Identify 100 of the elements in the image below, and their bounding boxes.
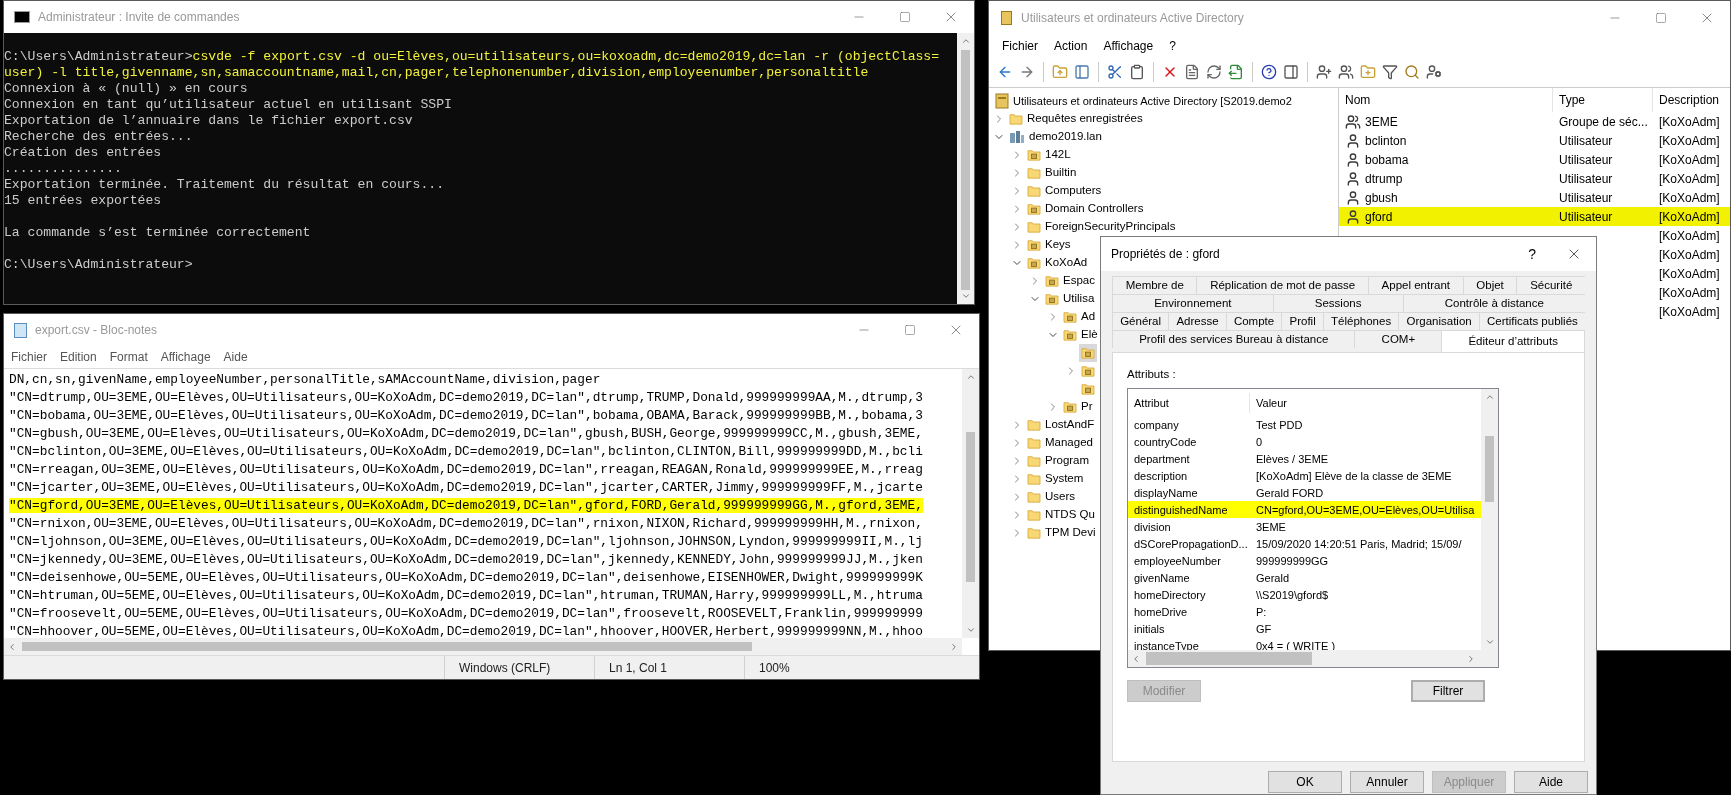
menu-item[interactable]: Edition xyxy=(60,348,97,366)
tree-item[interactable]: System xyxy=(1045,470,1084,488)
scroll-left-icon[interactable] xyxy=(1131,653,1141,664)
tab[interactable]: Sécurité xyxy=(1516,276,1585,294)
tree-item[interactable]: Program xyxy=(1045,452,1090,470)
dialog-button[interactable]: OK xyxy=(1268,771,1342,793)
object-name[interactable]: 3EME xyxy=(1365,112,1398,131)
scroll-down-icon[interactable] xyxy=(960,291,971,301)
attribute-name[interactable]: division xyxy=(1134,520,1171,533)
tree-item[interactable]: Utilisateurs et ordinateurs Active Directory [S2019.demo2 xyxy=(1013,92,1292,110)
tab[interactable]: Compte xyxy=(1225,312,1282,330)
cut-icon[interactable] xyxy=(1107,64,1123,80)
attribute-name[interactable]: initials xyxy=(1134,622,1165,635)
attribute-name[interactable]: employeeNumber xyxy=(1134,554,1221,567)
tab[interactable]: Général xyxy=(1112,312,1169,330)
tree-item[interactable]: TPM Devi xyxy=(1045,524,1096,542)
new-user-icon[interactable] xyxy=(1316,64,1332,80)
tree-item[interactable]: demo2019.lan xyxy=(1029,128,1102,146)
column-header[interactable]: Attribut xyxy=(1134,394,1169,411)
attribute-name[interactable]: instanceType xyxy=(1134,639,1199,652)
tree-item[interactable]: Keys xyxy=(1045,236,1071,254)
vertical-scrollbar[interactable] xyxy=(962,369,979,638)
console-tree-icon[interactable] xyxy=(1074,64,1090,80)
object-name[interactable]: gford xyxy=(1365,207,1393,226)
menu-item[interactable]: Format xyxy=(109,348,148,366)
tab[interactable]: COM+ xyxy=(1354,330,1442,348)
scroll-up-icon[interactable] xyxy=(960,36,971,46)
user-settings-icon[interactable] xyxy=(1426,64,1442,80)
scroll-right-icon[interactable] xyxy=(1466,653,1476,664)
menu-item[interactable]: Fichier xyxy=(1002,37,1038,55)
horizontal-scrollbar[interactable] xyxy=(4,638,962,655)
scroll-thumb[interactable] xyxy=(961,50,970,290)
tree-item[interactable]: Utilisa xyxy=(1063,290,1095,308)
tab[interactable]: Contrôle à distance xyxy=(1402,294,1585,312)
scroll-thumb[interactable] xyxy=(1485,436,1494,503)
scroll-right-icon[interactable] xyxy=(949,641,959,652)
tab[interactable]: Objet xyxy=(1462,276,1517,294)
folder-up-icon[interactable] xyxy=(1052,64,1068,80)
tree-item[interactable]: Computers xyxy=(1045,182,1102,200)
tree-item[interactable]: KoXoAd xyxy=(1045,254,1088,272)
tab[interactable]: Éditeur d’attributs xyxy=(1441,330,1585,352)
attribute-name[interactable]: countryCode xyxy=(1134,435,1197,448)
attribute-name[interactable]: dSCorePropagationD... xyxy=(1134,537,1248,550)
tree-item[interactable]: Users xyxy=(1045,488,1076,506)
attribute-name[interactable]: givenName xyxy=(1134,571,1190,584)
tree-item[interactable]: Domain Controllers xyxy=(1045,200,1144,218)
dialog-button[interactable]: Filtrer xyxy=(1411,680,1485,703)
tree-item[interactable]: Managed xyxy=(1045,434,1093,452)
menu-item[interactable]: Aide xyxy=(223,348,248,366)
new-group-icon[interactable] xyxy=(1338,64,1354,80)
attribute-name[interactable]: department xyxy=(1134,452,1190,465)
tab[interactable]: Environnement xyxy=(1112,294,1273,312)
clipboard-icon[interactable] xyxy=(1129,64,1145,80)
dialog-button[interactable]: Annuler xyxy=(1350,771,1424,793)
refresh-icon[interactable] xyxy=(1206,64,1222,80)
vertical-scrollbar[interactable] xyxy=(957,33,974,304)
scroll-down-icon[interactable] xyxy=(965,625,976,635)
forward-arrow-icon[interactable] xyxy=(1019,64,1035,80)
tree-item[interactable]: 142L xyxy=(1045,146,1071,164)
object-name[interactable]: bobama xyxy=(1365,150,1409,169)
horizontal-scrollbar[interactable] xyxy=(1128,650,1498,668)
dialog-button[interactable]: Aide xyxy=(1514,771,1588,793)
attribute-name[interactable]: homeDrive xyxy=(1134,605,1188,618)
scroll-thumb[interactable] xyxy=(22,642,752,651)
column-header[interactable]: Nom xyxy=(1345,91,1371,109)
menu-item[interactable]: Affichage xyxy=(160,348,211,366)
column-header[interactable]: Valeur xyxy=(1256,394,1287,411)
tab[interactable]: Profil des services Bureau à distance xyxy=(1112,330,1355,348)
column-header[interactable]: Description xyxy=(1659,91,1720,109)
properties-icon[interactable] xyxy=(1184,64,1200,80)
menu-item[interactable]: Fichier xyxy=(11,348,47,366)
tree-item[interactable]: Elè xyxy=(1081,326,1098,344)
tree-item[interactable]: NTDS Qu xyxy=(1045,506,1095,524)
object-name[interactable]: bclinton xyxy=(1365,131,1407,150)
tree-item[interactable]: LostAndF xyxy=(1045,416,1095,434)
tab[interactable]: Organisation xyxy=(1398,312,1479,330)
column-header[interactable]: Type xyxy=(1559,91,1585,109)
help-icon[interactable] xyxy=(1261,64,1277,80)
scroll-thumb[interactable] xyxy=(1146,652,1312,666)
object-name[interactable]: gbush xyxy=(1365,188,1398,207)
action-pane-icon[interactable] xyxy=(1283,64,1299,80)
menu-item[interactable]: Action xyxy=(1054,37,1088,55)
filter-icon[interactable] xyxy=(1382,64,1398,80)
export-icon[interactable] xyxy=(1228,64,1244,80)
attribute-name[interactable]: distinguishedName xyxy=(1134,503,1228,516)
tree-item[interactable]: Builtin xyxy=(1045,164,1077,182)
tab[interactable]: Sessions xyxy=(1272,294,1403,312)
attribute-name[interactable]: homeDirectory xyxy=(1134,588,1206,601)
help-button[interactable]: ? xyxy=(1528,243,1536,265)
attribute-name[interactable]: description xyxy=(1134,469,1188,482)
tree-item[interactable]: Requêtes enregistrées xyxy=(1027,110,1143,128)
vertical-scrollbar[interactable] xyxy=(1481,389,1498,651)
tab[interactable]: Membre de xyxy=(1112,276,1197,294)
tab[interactable]: Certificats publiés xyxy=(1478,312,1585,330)
new-folder-icon[interactable] xyxy=(1360,64,1376,80)
tab[interactable]: Profil xyxy=(1281,312,1323,330)
tab[interactable]: Téléphones xyxy=(1322,312,1399,330)
menu-item[interactable]: ? xyxy=(1169,37,1176,55)
tab[interactable]: Appel entrant xyxy=(1367,276,1463,294)
attribute-name[interactable]: company xyxy=(1134,418,1179,431)
